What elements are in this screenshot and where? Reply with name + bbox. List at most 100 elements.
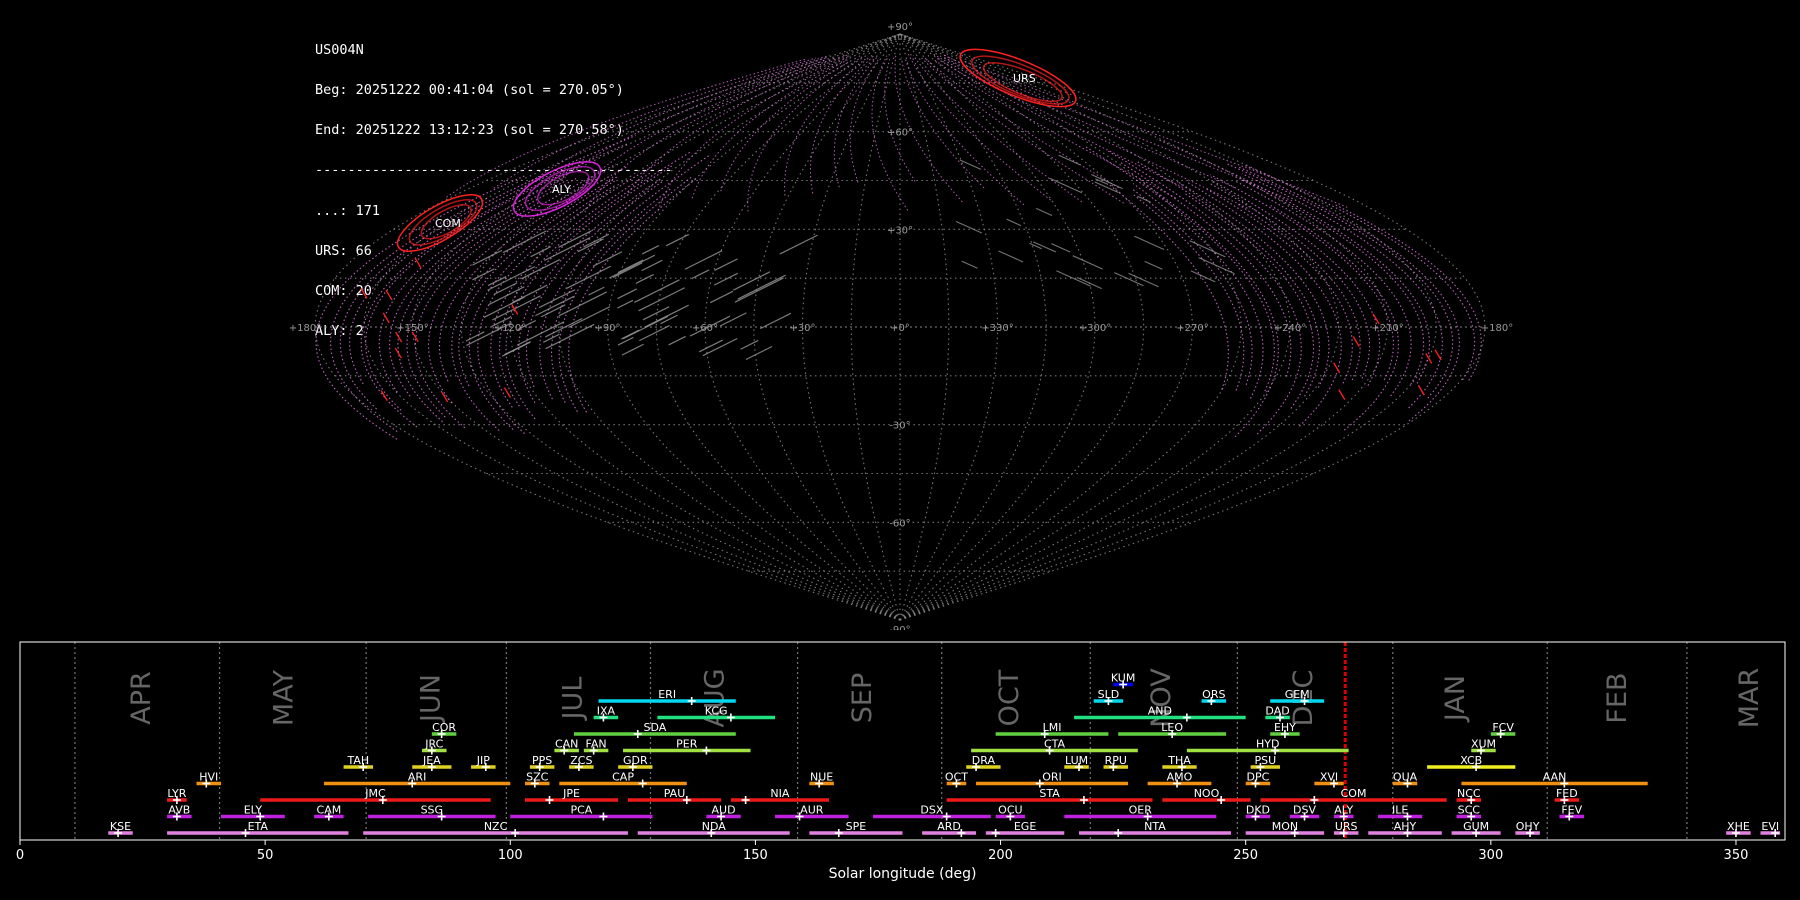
lat-label: +90° [887, 22, 913, 33]
shower-label: OER [1129, 804, 1153, 817]
meteor-track [660, 314, 678, 325]
shower-bars: KUM ERI SLD ORS GEM IXA KCG AND DAD COR SDA LMI LEO E… [108, 672, 1781, 837]
orbit-arc [809, 54, 875, 194]
orbit-arc [1270, 205, 1400, 431]
shower-label: XUM [1471, 738, 1496, 751]
meteor-track [617, 336, 634, 346]
orbit-arc [1142, 182, 1279, 438]
shower-label: LYR [167, 787, 186, 800]
orbit-arc [397, 177, 579, 423]
shower-label: PCA [570, 804, 592, 817]
shower-label: COM [1341, 787, 1367, 800]
meteor-track [465, 331, 485, 342]
shower-label: LEO [1161, 721, 1183, 734]
meteor-track [740, 339, 759, 350]
meteor-track [1128, 272, 1159, 288]
shower-label: EGE [1014, 820, 1036, 833]
lon-label: +150° [396, 323, 428, 334]
orbit-arc [1204, 187, 1353, 384]
shower-label: GEM [1285, 688, 1310, 701]
x-tick-label: 50 [257, 848, 274, 863]
meteor-track [638, 287, 685, 312]
x-tick-label: 0 [16, 848, 24, 863]
shower-label: GDR [623, 754, 648, 767]
meteor-track [1425, 353, 1433, 364]
shower-label: DSV [1293, 804, 1316, 817]
month-label: APR [126, 671, 157, 725]
orbit-arc [1156, 138, 1431, 384]
month-label: MAR [1734, 668, 1765, 729]
meteor-track [1035, 207, 1053, 216]
shower-label: AVB [168, 804, 190, 817]
meteor-track [714, 258, 738, 271]
meteor-track [1352, 336, 1360, 347]
orbit-arc [1238, 166, 1461, 422]
month-label: FEB [1602, 672, 1633, 723]
meteor-track [737, 274, 786, 300]
shower-label: AAN [1543, 771, 1567, 784]
shower-label: ZCS [570, 754, 592, 767]
meteor-track [394, 347, 402, 359]
shower-label: ERI [658, 688, 676, 701]
shower-label: FED [1556, 787, 1578, 800]
orbit-arc [365, 165, 580, 411]
shower-label: CAN [555, 738, 578, 751]
shower-label: PAU [664, 787, 686, 800]
meteor-track [635, 273, 654, 284]
shower-label: IXA [597, 705, 616, 718]
x-tick-label: 150 [743, 848, 768, 863]
shower-label: NZC [484, 820, 508, 833]
radiant-circles: URS ALY COM [396, 48, 1077, 252]
shower-label: OCT [945, 771, 968, 784]
shower-label: HYD [1256, 738, 1279, 751]
shower-label: RPU [1105, 754, 1127, 767]
shower-label: NCC [1457, 787, 1481, 800]
shower-label: COR [432, 721, 456, 734]
orbit-arc [446, 58, 808, 198]
radiant-label: ALY [552, 183, 571, 196]
shower-label: AUR [800, 804, 824, 817]
shower-label: OHY [1516, 820, 1540, 833]
orbit-arc [1132, 183, 1264, 399]
shower-label: SLD [1098, 688, 1120, 701]
radiant-label: URS [1013, 72, 1036, 85]
shower-label: NIA [770, 787, 789, 800]
shower-label: ORS [1202, 688, 1225, 701]
shower-label: XHE [1727, 820, 1750, 833]
shower-label: KUM [1111, 672, 1135, 685]
meteor-track [612, 262, 643, 278]
shower-label: URS [1335, 820, 1358, 833]
shower-label: DKD [1246, 804, 1270, 817]
lat-label: -60° [889, 518, 910, 529]
lon-label: +0° [890, 323, 910, 334]
meteor-track [1417, 384, 1425, 396]
shower-label: ARD [937, 820, 961, 833]
orbit-arc [691, 59, 848, 199]
meteor-track [617, 259, 644, 274]
meteor-track [504, 340, 532, 356]
meteor-track [1006, 218, 1022, 227]
lon-label: +30° [789, 323, 815, 334]
month-label: MAY [268, 669, 299, 726]
lon-label: +180° [1481, 323, 1513, 334]
lon-label: +180° [289, 323, 321, 334]
shower-label: KSE [110, 820, 131, 833]
orbit-arc [1208, 182, 1371, 379]
orbit-arc [720, 60, 851, 192]
meteor-track [959, 159, 982, 170]
meteor-track [665, 233, 690, 247]
meteor-track [745, 345, 773, 361]
meteor-track [441, 391, 449, 403]
meteor-track [617, 288, 638, 300]
meteor-orbits [315, 53, 1482, 440]
lon-label: +300° [1079, 323, 1111, 334]
shower-label: DAD [1265, 705, 1289, 718]
x-tick-label: 200 [988, 848, 1013, 863]
shower-label: FEV [1561, 804, 1582, 817]
orbit-arc [1240, 178, 1425, 385]
shower-label: FAN [586, 738, 607, 751]
shower-label: SZC [526, 771, 549, 784]
orbit-arc [1243, 164, 1476, 381]
orbit-arc [584, 57, 837, 213]
shower-label: PSU [1254, 754, 1276, 767]
